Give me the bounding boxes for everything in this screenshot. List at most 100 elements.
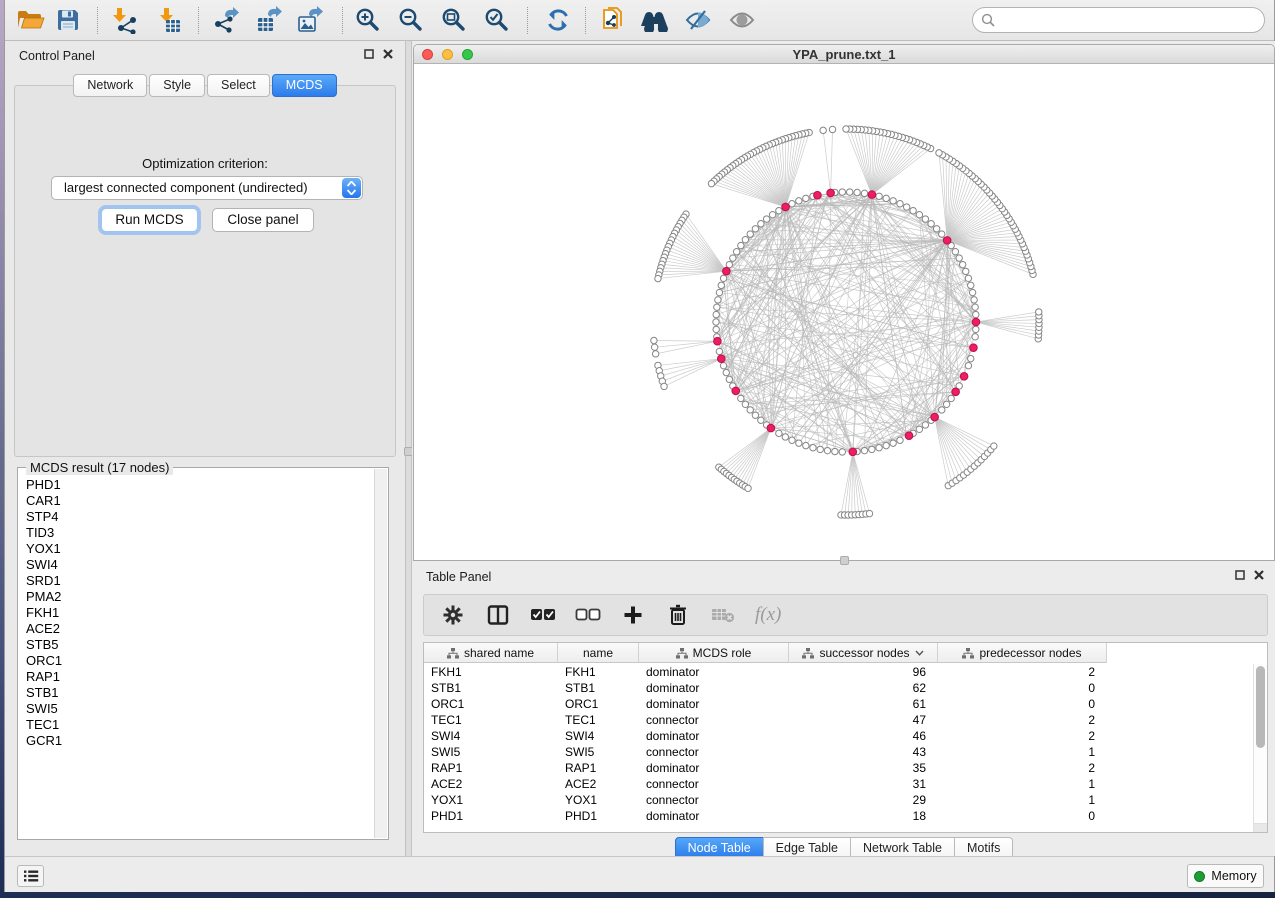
column-header-name[interactable]: name xyxy=(558,643,639,663)
table-row[interactable]: RAP1RAP1dominator352 xyxy=(424,760,1253,776)
close-panel-button[interactable]: Close panel xyxy=(212,208,314,232)
show-panels-icon[interactable] xyxy=(725,3,759,37)
mcds-result-item[interactable]: GCR1 xyxy=(26,733,374,749)
mcds-result-item[interactable]: RAP1 xyxy=(26,669,374,685)
mcds-result-box: MCDS result (17 nodes) PHD1CAR1STP4TID3Y… xyxy=(17,467,389,840)
network-area: YPA_prune.txt_1 Table Panel xyxy=(412,41,1275,856)
table-header-row: shared namenameMCDS role successor nodes p… xyxy=(424,643,1107,663)
table-row[interactable]: ACE2ACE2connector311 xyxy=(424,776,1253,792)
vertical-split-divider[interactable] xyxy=(405,41,412,856)
mcds-result-item[interactable]: YOX1 xyxy=(26,541,374,557)
task-history-button[interactable] xyxy=(17,865,44,887)
select-all-rows-icon[interactable] xyxy=(530,602,556,628)
tab-style[interactable]: Style xyxy=(149,74,205,97)
cell-mcds_role: connector xyxy=(639,744,789,760)
mcds-result-item[interactable]: CAR1 xyxy=(26,493,374,509)
table-row[interactable]: PHD1PHD1dominator180 xyxy=(424,808,1253,824)
clone-network-icon[interactable] xyxy=(596,3,630,37)
add-column-icon[interactable] xyxy=(620,602,646,628)
table-row[interactable]: TEC1TEC1connector472 xyxy=(424,712,1253,728)
show-columns-icon[interactable] xyxy=(485,602,511,628)
delete-columns-icon[interactable] xyxy=(665,602,691,628)
column-label: predecessor nodes xyxy=(979,646,1081,660)
table-scroll-corner xyxy=(1253,823,1267,832)
cell-successor_nodes: 29 xyxy=(789,792,938,808)
column-header-MCDS-role[interactable]: MCDS role xyxy=(639,643,789,663)
mcds-result-item[interactable]: PHD1 xyxy=(26,477,374,493)
control-panel-tabs: NetworkStyleSelectMCDS xyxy=(5,74,405,97)
cell-mcds_role: dominator xyxy=(639,728,789,744)
cell-predecessor_nodes: 2 xyxy=(938,712,1107,728)
memory-button[interactable]: Memory xyxy=(1187,864,1264,888)
mcds-result-item[interactable]: TEC1 xyxy=(26,717,374,733)
close-panel-icon[interactable] xyxy=(1254,570,1264,580)
cell-name: STB1 xyxy=(558,680,639,696)
hide-panels-icon[interactable] xyxy=(681,3,715,37)
criterion-dropdown[interactable]: largest connected component (undirected) xyxy=(51,176,363,200)
search-box[interactable] xyxy=(972,7,1265,33)
shared-column-icon xyxy=(962,648,974,659)
table-scrollbar[interactable] xyxy=(1253,664,1267,823)
open-session-icon[interactable] xyxy=(13,3,47,37)
float-panel-icon[interactable] xyxy=(364,49,374,59)
network-graph[interactable] xyxy=(414,64,1274,560)
mcds-result-item[interactable]: ACE2 xyxy=(26,621,374,637)
cell-predecessor_nodes: 0 xyxy=(938,696,1107,712)
zoom-in-icon[interactable] xyxy=(351,3,385,37)
export-network-icon[interactable] xyxy=(208,3,242,37)
cell-shared_name: SWI5 xyxy=(424,744,558,760)
column-header-shared-name[interactable]: shared name xyxy=(424,643,558,663)
table-row[interactable]: STB1STB1dominator620 xyxy=(424,680,1253,696)
mcds-result-item[interactable]: SRD1 xyxy=(26,573,374,589)
table-scrollbar-thumb[interactable] xyxy=(1256,666,1265,748)
table-row[interactable]: SWI4SWI4dominator462 xyxy=(424,728,1253,744)
mcds-result-list[interactable]: PHD1CAR1STP4TID3YOX1SWI4SRD1PMA2FKH1ACE2… xyxy=(19,472,374,838)
table-row[interactable]: FKH1FKH1dominator962 xyxy=(424,664,1253,680)
cell-successor_nodes: 31 xyxy=(789,776,938,792)
mcds-result-item[interactable]: STB5 xyxy=(26,637,374,653)
run-mcds-button[interactable]: Run MCDS xyxy=(101,208,198,232)
import-table-icon[interactable] xyxy=(154,3,188,37)
cell-name: SWI4 xyxy=(558,728,639,744)
mcds-result-scrollbar[interactable] xyxy=(374,469,387,838)
save-session-icon[interactable] xyxy=(51,3,85,37)
zoom-fit-icon[interactable] xyxy=(437,3,471,37)
mcds-result-item[interactable]: PMA2 xyxy=(26,589,374,605)
mcds-result-item[interactable]: STP4 xyxy=(26,509,374,525)
cell-shared_name: PHD1 xyxy=(424,808,558,824)
mcds-result-item[interactable]: ORC1 xyxy=(26,653,374,669)
close-panel-icon[interactable] xyxy=(383,49,393,59)
refresh-view-icon[interactable] xyxy=(541,3,575,37)
import-network-icon[interactable] xyxy=(108,3,142,37)
mcds-result-item[interactable]: SWI5 xyxy=(26,701,374,717)
criterion-value: largest connected component (undirected) xyxy=(64,180,308,195)
search-icon xyxy=(981,13,995,27)
float-panel-icon[interactable] xyxy=(1235,570,1245,580)
deselect-all-rows-icon[interactable] xyxy=(575,602,601,628)
tab-network[interactable]: Network xyxy=(73,74,147,97)
search-network-icon[interactable] xyxy=(637,3,671,37)
column-header-successor-nodes[interactable]: successor nodes xyxy=(789,643,938,663)
mcds-result-item[interactable]: TID3 xyxy=(26,525,374,541)
export-table-icon[interactable] xyxy=(251,3,285,37)
mcds-result-item[interactable]: FKH1 xyxy=(26,605,374,621)
export-image-icon[interactable] xyxy=(292,3,326,37)
table-row[interactable]: YOX1YOX1connector291 xyxy=(424,792,1253,808)
shared-column-icon xyxy=(447,648,459,659)
tab-select[interactable]: Select xyxy=(207,74,270,97)
zoom-selected-icon[interactable] xyxy=(480,3,514,37)
column-header-predecessor-nodes[interactable]: predecessor nodes xyxy=(938,643,1107,663)
zoom-out-icon[interactable] xyxy=(394,3,428,37)
search-input[interactable] xyxy=(1000,13,1250,27)
mcds-result-item[interactable]: SWI4 xyxy=(26,557,374,573)
column-label: successor nodes xyxy=(819,646,909,660)
network-window-titlebar[interactable]: YPA_prune.txt_1 xyxy=(414,45,1274,64)
cell-successor_nodes: 61 xyxy=(789,696,938,712)
table-row[interactable]: SWI5SWI5connector431 xyxy=(424,744,1253,760)
table-settings-icon[interactable] xyxy=(440,602,466,628)
mcds-result-item[interactable]: STB1 xyxy=(26,685,374,701)
main-toolbar xyxy=(5,0,1274,41)
table-row[interactable]: ORC1ORC1dominator610 xyxy=(424,696,1253,712)
horizontal-divider-grip[interactable] xyxy=(840,556,849,565)
tab-mcds[interactable]: MCDS xyxy=(272,74,337,97)
